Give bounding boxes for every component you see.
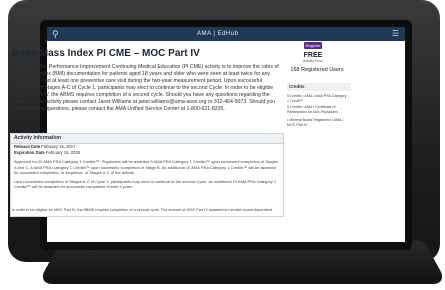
credit-item: 5 Credits • AMA • AMA PRA Category 1 Cre… bbox=[287, 94, 347, 103]
page-title: Body Mass Index PI CME – MOC Part IV bbox=[12, 48, 200, 59]
moc-footnote: In order to be eligible for MOC Part IV,… bbox=[12, 208, 274, 212]
menu-icon[interactable]: ☰ bbox=[392, 29, 399, 39]
credit-approval-text: Approved for 20 AMA PRA Category 1 Credi… bbox=[14, 159, 278, 175]
expiration-date-value: February 15, 2020 bbox=[45, 150, 81, 155]
credit-item: • Minimal Board Registered • AMA • MOC P… bbox=[287, 118, 344, 127]
top-nav-bar: ⚲ AMA | EdHub ☰ bbox=[47, 27, 405, 41]
release-date-value: February 15, 2017 bbox=[41, 144, 76, 149]
activity-price-label: Activity Price bbox=[302, 59, 324, 63]
activity-price: FREE bbox=[303, 52, 323, 59]
credits-header: Credits bbox=[287, 83, 351, 91]
register-button[interactable]: Register bbox=[304, 42, 322, 49]
activity-information-panel: Activity Information Release Date Februa… bbox=[10, 133, 284, 217]
credit-item: 5 Credits • AMA • Certificate of Partici… bbox=[287, 105, 338, 114]
release-date-label: Release Date bbox=[14, 144, 41, 149]
expiration-date-label: Expiration Date bbox=[14, 150, 45, 155]
intro-text: The goal of this Performance Improvement… bbox=[12, 64, 279, 112]
activity-information-header: Activity Information bbox=[11, 134, 283, 144]
registered-users-count: 168 Registered Users bbox=[290, 67, 344, 73]
cycle-text: Upon successful completion of Stages A-C… bbox=[14, 178, 277, 190]
brand-logo[interactable]: AMA | EdHub bbox=[197, 29, 238, 39]
search-icon[interactable]: ⚲ bbox=[52, 29, 62, 39]
